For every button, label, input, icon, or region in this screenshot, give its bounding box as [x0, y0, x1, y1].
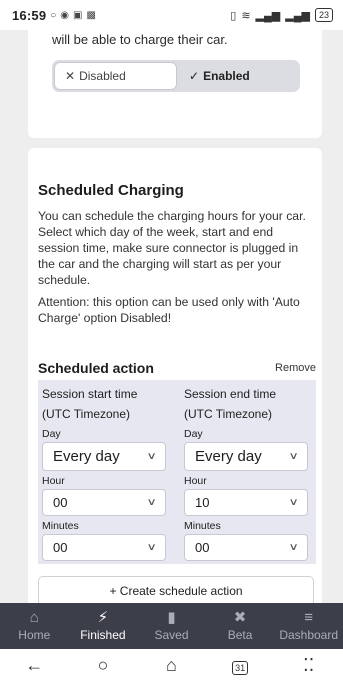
- start-day-select[interactable]: Every day ∨: [42, 442, 166, 471]
- create-schedule-action-button[interactable]: + Create schedule action: [38, 576, 314, 603]
- search-icon[interactable]: ○: [83, 655, 123, 676]
- scheduled-charging-description: You can schedule the charging hours for …: [38, 209, 306, 287]
- calendar-day: 31: [232, 661, 249, 675]
- x-icon: ✕: [65, 69, 76, 83]
- home-nav-icon[interactable]: ⌂: [151, 655, 191, 676]
- start-minutes-label: Minutes: [42, 520, 79, 532]
- status-time: 16:59: [12, 7, 47, 23]
- end-day-value: Every day: [195, 448, 262, 465]
- scheduled-action-panel: Session start time (UTC Timezone) Day Ev…: [38, 380, 316, 564]
- scheduled-charging-attention: Attention: this option can be used only …: [38, 295, 300, 325]
- nav-home-label: Home: [18, 628, 51, 642]
- end-minutes-select[interactable]: 00 ∨: [184, 534, 308, 561]
- toggle-disabled-label: Disabled: [79, 69, 126, 83]
- chevron-down-icon: ∨: [288, 451, 299, 462]
- app-notification-icon: ▩: [86, 9, 96, 21]
- wifi-icon: ≋: [241, 9, 251, 22]
- scheduled-charging-card: Scheduled Charging You can schedule the …: [28, 148, 322, 603]
- auto-charge-card: will be able to charge their car. ✕ Disa…: [28, 30, 322, 138]
- auto-charge-toggle: ✕ Disabled ✓ Enabled: [52, 60, 300, 92]
- remove-button[interactable]: Remove: [275, 362, 316, 374]
- nav-saved[interactable]: ▮ Saved: [137, 603, 206, 649]
- scheduled-action-title: Scheduled action: [38, 360, 154, 376]
- content-scroll[interactable]: will be able to charge their car. ✕ Disa…: [0, 30, 343, 603]
- notification-icon: ○: [50, 9, 57, 21]
- bolt-icon: ⚡: [97, 609, 109, 626]
- nav-finished-label: Finished: [80, 628, 126, 642]
- menu-icon: ≡: [304, 609, 314, 626]
- end-day-select[interactable]: Every day ∨: [184, 442, 308, 471]
- end-minutes-value: 00: [195, 540, 210, 555]
- signal-icon-2: ▂▄▆: [285, 9, 310, 22]
- end-hour-value: 10: [195, 495, 210, 510]
- check-icon: ✓: [189, 69, 200, 83]
- chevron-down-icon: ∨: [146, 542, 157, 553]
- scheduled-action-header: Scheduled action Remove: [38, 360, 316, 376]
- start-hour-label: Hour: [42, 475, 65, 487]
- session-start-timezone: (UTC Timezone): [42, 407, 131, 421]
- chevron-down-icon: ∨: [146, 497, 157, 508]
- end-day-label: Day: [184, 428, 203, 440]
- nav-home[interactable]: ⌂ Home: [0, 603, 69, 649]
- system-nav-bar: ← ○ ⌂ 31 ⁚⁚: [0, 649, 343, 682]
- nfc-icon: ▣: [73, 9, 83, 21]
- status-bar: 16:59 ○ ◉ ▣ ▩ ▯ ≋ ▂▄▆ ▂▄▆ 23: [0, 0, 343, 30]
- auto-charge-description: will be able to charge their car.: [52, 32, 228, 47]
- scheduled-charging-title: Scheduled Charging: [38, 182, 184, 199]
- nav-dashboard[interactable]: ≡ Dashboard: [274, 603, 343, 649]
- status-left: 16:59 ○ ◉ ▣ ▩: [12, 8, 96, 23]
- toggle-enabled-option[interactable]: ✓ Enabled: [179, 60, 300, 92]
- start-hour-select[interactable]: 00 ∨: [42, 489, 166, 516]
- start-day-label: Day: [42, 428, 61, 440]
- session-end-column: Session end time (UTC Timezone) Day Ever…: [184, 384, 310, 561]
- tools-icon: ✖: [233, 609, 247, 626]
- back-icon[interactable]: ←: [14, 655, 54, 676]
- calendar-icon[interactable]: 31: [220, 655, 260, 676]
- end-hour-select[interactable]: 10 ∨: [184, 489, 308, 516]
- bookmark-icon: ▮: [167, 609, 176, 626]
- start-minutes-value: 00: [53, 540, 68, 555]
- status-right: ▯ ≋ ▂▄▆ ▂▄▆ 23: [230, 8, 333, 22]
- start-hour-value: 00: [53, 495, 68, 510]
- chevron-down-icon: ∨: [288, 542, 299, 553]
- signal-icon: ▂▄▆: [255, 9, 281, 22]
- nav-saved-label: Saved: [154, 628, 189, 642]
- session-end-timezone: (UTC Timezone): [184, 407, 273, 421]
- session-start-heading: Session start time: [42, 387, 138, 401]
- home-icon: ⌂: [29, 609, 39, 626]
- battery-icon: 23: [314, 8, 333, 22]
- start-minutes-select[interactable]: 00 ∨: [42, 534, 166, 561]
- chevron-down-icon: ∨: [288, 497, 299, 508]
- session-start-column: Session start time (UTC Timezone) Day Ev…: [42, 384, 168, 561]
- session-end-heading: Session end time: [184, 387, 277, 401]
- bottom-nav: ⌂ Home ⚡ Finished ▮ Saved ✖ Beta ≡ Dashb…: [0, 603, 343, 649]
- nav-dashboard-label: Dashboard: [279, 628, 339, 642]
- start-day-value: Every day: [53, 448, 120, 465]
- nav-finished[interactable]: ⚡ Finished: [69, 603, 138, 649]
- end-minutes-label: Minutes: [184, 520, 221, 532]
- end-hour-label: Hour: [184, 475, 207, 487]
- nav-beta[interactable]: ✖ Beta: [206, 603, 275, 649]
- eye-icon: ◉: [60, 9, 70, 21]
- more-icon[interactable]: ⁚⁚: [289, 655, 329, 676]
- vibrate-icon: ▯: [230, 9, 237, 22]
- nav-beta-label: Beta: [227, 628, 253, 642]
- chevron-down-icon: ∨: [146, 451, 157, 462]
- toggle-disabled-option[interactable]: ✕ Disabled: [54, 62, 177, 90]
- toggle-enabled-label: Enabled: [203, 69, 250, 83]
